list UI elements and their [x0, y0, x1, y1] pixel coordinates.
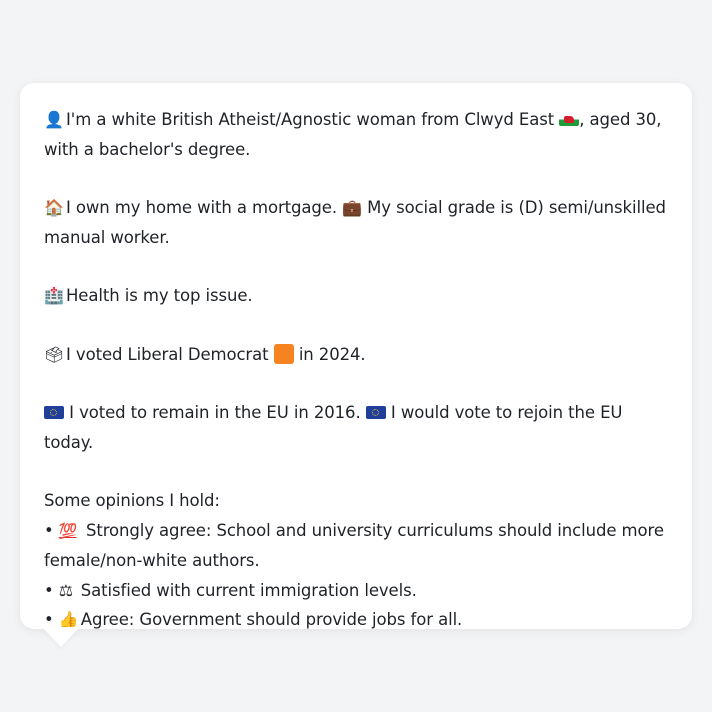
- vote-text: I voted Liberal Democrat: [66, 344, 269, 364]
- orange-square-icon: [273, 343, 294, 364]
- briefcase-icon: 💼: [342, 198, 362, 217]
- person-silhouette-icon: 👤: [44, 110, 64, 129]
- ballot-box-icon: 🗳: [44, 344, 65, 364]
- persona-message-bubble: 👤 I'm a white British Atheist/Agnostic wo…: [20, 83, 692, 629]
- bubble-tail: [42, 627, 80, 647]
- social-grade-text-cont: manual worker.: [44, 227, 170, 247]
- wales-flag-icon: [559, 113, 580, 126]
- opinion-item: • 👍 Agree: Government should provide jobs…: [44, 605, 672, 635]
- opinion-text: Strongly agree: School and university cu…: [85, 520, 664, 540]
- opinion-item: • 💯 Strongly agree: School and universit…: [44, 516, 672, 547]
- hundred-points-icon: 💯: [58, 521, 78, 540]
- opinion-text: Agree: Government should provide jobs fo…: [80, 610, 463, 629]
- balance-scale-icon: ⚖: [58, 580, 74, 600]
- opinion-item: • ⚖ Satisfied with current immigration le…: [44, 576, 672, 606]
- education-text: with a bachelor's degree.: [44, 139, 251, 159]
- vote-paragraph: 🗳 I voted Liberal Democrat in 2024.: [44, 340, 672, 370]
- identity-paragraph: 👤 I'm a white British Atheist/Agnostic wo…: [44, 105, 672, 164]
- opinion-text-cont: female/non-white authors.: [44, 551, 260, 570]
- vote-year-text: in 2024.: [298, 344, 366, 364]
- top-issue-paragraph: 🏥 Health is my top issue.: [44, 281, 672, 311]
- social-grade-text: My social grade is (D) semi/unskilled: [367, 198, 666, 217]
- opinions-paragraph: Some opinions I hold: • 💯 Strongly agree…: [44, 486, 672, 635]
- age-text: , aged 30,: [579, 110, 662, 129]
- eu-flag-icon: [44, 406, 64, 419]
- eu-paragraph: I voted to remain in the EU in 2016. I w…: [44, 398, 672, 457]
- house-icon: 🏠: [44, 198, 64, 217]
- bullet: •: [44, 580, 54, 600]
- identity-text: I'm a white British Atheist/Agnostic wom…: [66, 110, 555, 129]
- eu-flag-icon: [365, 406, 386, 419]
- home-text: I own my home with a mortgage.: [66, 198, 337, 217]
- bullet: •: [44, 520, 54, 540]
- top-issue-text: Health is my top issue.: [66, 286, 253, 305]
- eu-referendum-text: I voted to remain in the EU in 2016.: [69, 403, 361, 422]
- hospital-icon: 🏥: [44, 286, 64, 305]
- housing-paragraph: 🏠 I own my home with a mortgage. 💼 My soc…: [44, 193, 672, 252]
- opinions-heading: Some opinions I hold:: [44, 491, 220, 510]
- opinion-text: Satisfied with current immigration level…: [80, 580, 417, 600]
